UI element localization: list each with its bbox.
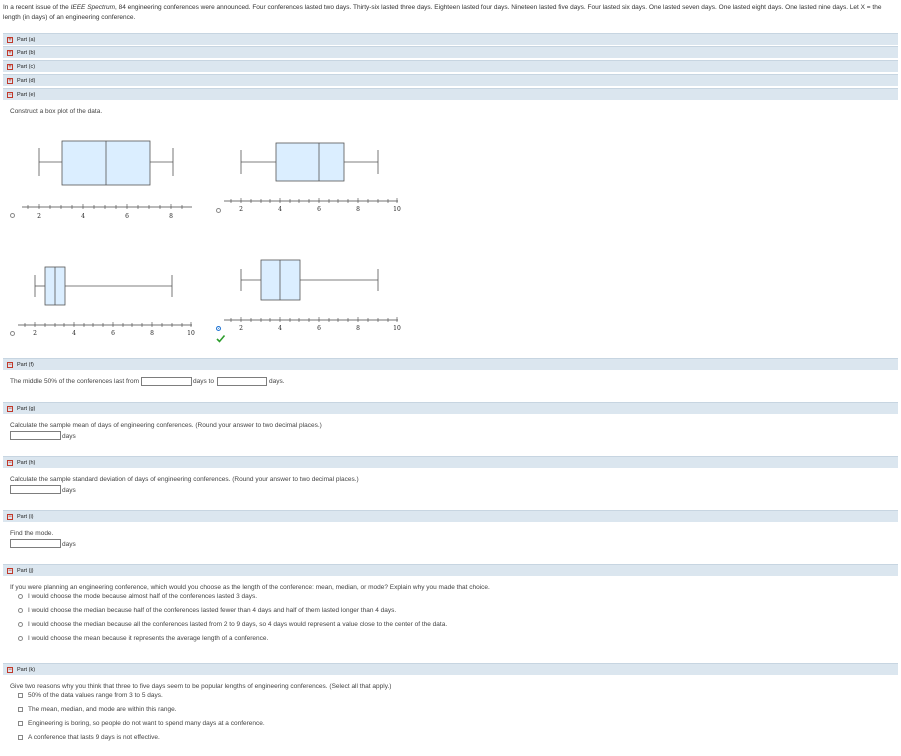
middle-50-upper-input[interactable] — [217, 377, 267, 386]
collapse-icon[interactable]: − — [7, 91, 13, 98]
journal-name: IEEE Spectrum — [70, 4, 116, 11]
boxplot-option-2-radio[interactable] — [216, 208, 221, 213]
tick-label: 8 — [356, 206, 360, 213]
reason-50-percent-label: 50% of the data values range from 3 to 5… — [28, 692, 163, 699]
choice-mean-radio[interactable] — [18, 636, 23, 641]
tick-label: 6 — [111, 330, 115, 337]
tick-label: 2 — [239, 206, 243, 213]
part-f-middle: days to — [193, 378, 214, 385]
part-b-header[interactable]: + Part (b) — [3, 46, 898, 58]
part-a-header[interactable]: + Part (a) — [3, 33, 898, 45]
tick-label: 8 — [169, 213, 173, 220]
boxplot-option-1: 2 4 6 8 — [22, 140, 192, 220]
intro-text-before: In a recent issue of the — [3, 4, 71, 11]
boxplot-option-3: 2 4 6 8 10 — [18, 266, 195, 337]
problem-statement: In a recent issue of the IEEE Spectrum, … — [3, 3, 895, 23]
part-i-unit: days — [62, 541, 76, 548]
choice-median-half-label: I would choose the median because half o… — [28, 607, 397, 614]
part-c-header[interactable]: + Part (c) — [3, 60, 898, 72]
tick-label: 2 — [239, 325, 243, 332]
mode-input[interactable] — [10, 539, 61, 548]
part-g-prompt: Calculate the sample mean of days of eng… — [10, 422, 322, 429]
part-i-prompt: Find the mode. — [10, 530, 54, 537]
part-f-label: Part (f) — [17, 361, 34, 368]
part-k-header[interactable]: − Part (k) — [3, 663, 898, 675]
part-j-label: Part (j) — [17, 567, 34, 574]
tick-label: 8 — [150, 330, 154, 337]
tick-label: 2 — [37, 213, 41, 220]
boxplot-option-1-radio[interactable] — [10, 213, 15, 218]
part-f-prefix: The middle 50% of the conferences last f… — [10, 378, 139, 385]
tick-label: 2 — [33, 330, 37, 337]
tick-label: 6 — [317, 325, 321, 332]
part-d-header[interactable]: + Part (d) — [3, 74, 898, 86]
sample-mean-input[interactable] — [10, 431, 61, 440]
part-c-label: Part (c) — [17, 63, 36, 70]
tick-label: 8 — [356, 325, 360, 332]
expand-icon[interactable]: + — [7, 63, 13, 70]
part-h-header[interactable]: − Part (h) — [3, 456, 898, 468]
part-k-label: Part (k) — [17, 666, 36, 673]
part-d-label: Part (d) — [17, 77, 36, 84]
reason-boring-label: Engineering is boring, so people do not … — [28, 720, 265, 727]
part-e-prompt: Construct a box plot of the data. — [10, 108, 103, 115]
choice-median-range-radio[interactable] — [18, 622, 23, 627]
part-g-label: Part (g) — [17, 405, 36, 412]
reason-boring-checkbox[interactable] — [18, 721, 23, 726]
part-e-label: Part (e) — [17, 91, 36, 98]
collapse-icon[interactable]: − — [7, 361, 13, 368]
part-g-unit: days — [62, 433, 76, 440]
part-j-prompt: If you were planning an engineering conf… — [10, 584, 490, 591]
collapse-icon[interactable]: − — [7, 405, 13, 412]
middle-50-lower-input[interactable] — [141, 377, 192, 386]
collapse-icon[interactable]: − — [7, 567, 13, 574]
tick-label: 6 — [125, 213, 129, 220]
collapse-icon[interactable]: − — [7, 513, 13, 520]
part-f-header[interactable]: − Part (f) — [3, 358, 898, 370]
choice-median-half-radio[interactable] — [18, 608, 23, 613]
part-a-label: Part (a) — [17, 36, 36, 43]
choice-mode-label: I would choose the mode because almost h… — [28, 593, 258, 600]
intro-text-after: , 84 engineering conferences were announ… — [3, 4, 882, 21]
part-b-label: Part (b) — [17, 49, 36, 56]
tick-label: 6 — [317, 206, 321, 213]
tick-label: 10 — [187, 330, 195, 337]
boxplot-option-2: 2 4 6 8 10 — [224, 142, 401, 213]
expand-icon[interactable]: + — [7, 49, 13, 56]
part-i-label: Part (i) — [17, 513, 34, 520]
part-i-header[interactable]: − Part (i) — [3, 510, 898, 522]
tick-label: 4 — [81, 213, 85, 220]
reason-50-percent-checkbox[interactable] — [18, 693, 23, 698]
tick-label: 4 — [72, 330, 76, 337]
sample-std-dev-input[interactable] — [10, 485, 61, 494]
reason-not-effective-label: A conference that lasts 9 days is not ef… — [28, 734, 160, 741]
collapse-icon[interactable]: − — [7, 666, 13, 673]
part-f-suffix: days. — [269, 378, 285, 385]
tick-label: 4 — [278, 325, 282, 332]
reason-central-measures-label: The mean, median, and mode are within th… — [28, 706, 177, 713]
boxplot-option-4: 2 4 6 8 10 — [224, 259, 401, 332]
part-h-prompt: Calculate the sample standard deviation … — [10, 476, 359, 483]
boxplot-option-3-radio[interactable] — [10, 331, 15, 336]
part-h-unit: days — [62, 487, 76, 494]
tick-label: 4 — [278, 206, 282, 213]
tick-label: 10 — [393, 206, 401, 213]
part-h-label: Part (h) — [17, 459, 36, 466]
reason-not-effective-checkbox[interactable] — [18, 735, 23, 740]
choice-mean-label: I would choose the mean because it repre… — [28, 635, 269, 642]
tick-label: 10 — [393, 325, 401, 332]
choice-median-range-label: I would choose the median because all th… — [28, 621, 448, 628]
part-j-header[interactable]: − Part (j) — [3, 564, 898, 576]
choice-mode-radio[interactable] — [18, 594, 23, 599]
part-g-header[interactable]: − Part (g) — [3, 402, 898, 414]
boxplot-option-4-radio[interactable] — [216, 326, 221, 331]
expand-icon[interactable]: + — [7, 77, 13, 84]
collapse-icon[interactable]: − — [7, 459, 13, 466]
reason-central-measures-checkbox[interactable] — [18, 707, 23, 712]
expand-icon[interactable]: + — [7, 36, 13, 43]
part-k-prompt: Give two reasons why you think that thre… — [10, 683, 392, 690]
part-e-header[interactable]: − Part (e) — [3, 88, 898, 100]
